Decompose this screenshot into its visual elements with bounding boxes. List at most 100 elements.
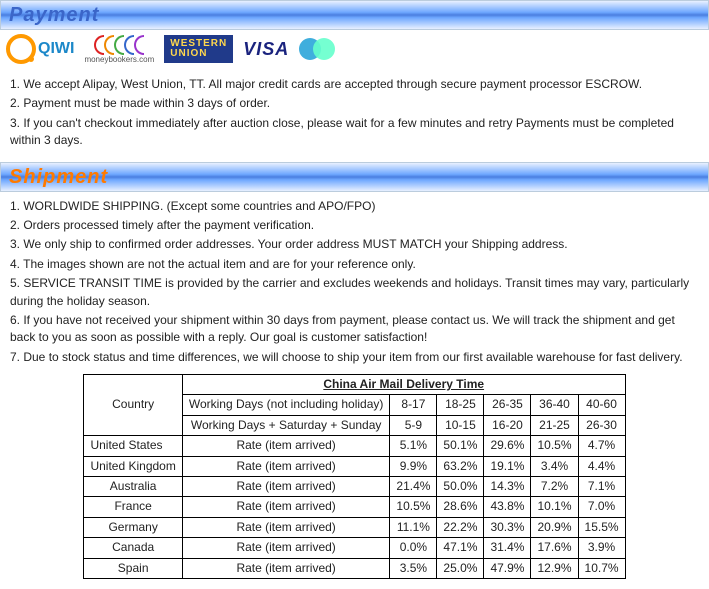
range-cell: 36-40 [531,395,578,415]
rate-cell: 21.4% [390,477,437,497]
rate-cell: 28.6% [437,497,484,517]
arc-icon [114,35,124,55]
arc-icon [124,35,134,55]
rate-label: Rate (item arrived) [182,477,390,497]
rate-cell: 25.0% [437,558,484,578]
shipment-item: 2. Orders processed timely after the pay… [10,217,703,234]
arc-icon [104,35,114,55]
rate-cell: 5.1% [390,436,437,456]
rate-cell: 14.3% [484,477,531,497]
mastercard-logo [299,38,335,60]
rate-label: Rate (item arrived) [182,558,390,578]
shipment-item: 1. WORLDWIDE SHIPPING. (Except some coun… [10,198,703,215]
rate-cell: 50.1% [437,436,484,456]
wd-no-holiday-label: Working Days (not including holiday) [182,395,390,415]
western-union-logo: WESTERN UNION [164,35,233,63]
payment-heading: Payment [0,0,709,30]
table-row: Spain Rate (item arrived) 3.5% 25.0% 47.… [84,558,625,578]
range-cell: 26-35 [484,395,531,415]
rate-cell: 3.9% [578,538,625,558]
payment-item: 1. We accept Alipay, West Union, TT. All… [10,76,703,93]
rate-label: Rate (item arrived) [182,538,390,558]
rate-cell: 12.9% [531,558,578,578]
rate-cell: 7.0% [578,497,625,517]
country-header: Country [84,375,182,436]
range-cell: 18-25 [437,395,484,415]
table-row: Germany Rate (item arrived) 11.1% 22.2% … [84,517,625,537]
shipment-list: 1. WORLDWIDE SHIPPING. (Except some coun… [6,198,703,367]
rate-cell: 7.1% [578,477,625,497]
rate-cell: 17.6% [531,538,578,558]
delivery-table: Country China Air Mail Delivery Time Wor… [83,374,625,579]
table-row: Canada Rate (item arrived) 0.0% 47.1% 31… [84,538,625,558]
payment-content: 1. We accept Alipay, West Union, TT. All… [0,70,709,162]
rate-cell: 63.2% [437,456,484,476]
table-row: France Rate (item arrived) 10.5% 28.6% 4… [84,497,625,517]
table-title: China Air Mail Delivery Time [182,375,625,395]
rate-cell: 20.9% [531,517,578,537]
rate-cell: 43.8% [484,497,531,517]
rate-cell: 19.1% [484,456,531,476]
rate-cell: 30.3% [484,517,531,537]
range-cell: 10-15 [437,415,484,435]
shipment-item: 3. We only ship to confirmed order addre… [10,236,703,253]
qiwi-logo: QIWI [6,34,74,64]
country-cell: United Kingdom [84,456,182,476]
rate-cell: 50.0% [437,477,484,497]
rate-cell: 11.1% [390,517,437,537]
payment-list: 1. We accept Alipay, West Union, TT. All… [6,76,703,150]
shipment-item: 5. SERVICE TRANSIT TIME is provided by t… [10,275,703,310]
rate-cell: 22.2% [437,517,484,537]
country-cell: Canada [84,538,182,558]
rate-cell: 4.4% [578,456,625,476]
shipment-content: 1. WORLDWIDE SHIPPING. (Except some coun… [0,192,709,589]
country-cell: United States [84,436,182,456]
country-cell: France [84,497,182,517]
rate-cell: 3.4% [531,456,578,476]
range-cell: 16-20 [484,415,531,435]
rate-cell: 15.5% [578,517,625,537]
range-cell: 8-17 [390,395,437,415]
rate-cell: 10.7% [578,558,625,578]
country-cell: Germany [84,517,182,537]
rate-cell: 47.9% [484,558,531,578]
country-cell: Spain [84,558,182,578]
rate-label: Rate (item arrived) [182,436,390,456]
arc-icon [94,35,104,55]
rate-cell: 31.4% [484,538,531,558]
rate-label: Rate (item arrived) [182,456,390,476]
rate-label: Rate (item arrived) [182,517,390,537]
rate-label: Rate (item arrived) [182,497,390,517]
rate-cell: 4.7% [578,436,625,456]
range-cell: 5-9 [390,415,437,435]
wu-line2: UNION [170,48,207,59]
payment-logos: QIWI moneybookers.com WESTERN UNION VISA [0,30,709,70]
rate-cell: 7.2% [531,477,578,497]
shipment-heading: Shipment [0,162,709,192]
wd-sat-sun-label: Working Days + Saturday + Sunday [182,415,390,435]
rate-cell: 29.6% [484,436,531,456]
table-row: United Kingdom Rate (item arrived) 9.9% … [84,456,625,476]
table-row: United States Rate (item arrived) 5.1% 5… [84,436,625,456]
rate-cell: 10.5% [390,497,437,517]
arc-icon [134,35,144,55]
shipment-item: 4. The images shown are not the actual i… [10,256,703,273]
range-cell: 40-60 [578,395,625,415]
moneybookers-text: moneybookers.com [84,55,154,64]
rate-cell: 9.9% [390,456,437,476]
country-cell: Australia [84,477,182,497]
rate-cell: 3.5% [390,558,437,578]
shipment-item: 7. Due to stock status and time differen… [10,349,703,366]
rate-cell: 10.1% [531,497,578,517]
shipment-item: 6. If you have not received your shipmen… [10,312,703,347]
range-cell: 21-25 [531,415,578,435]
visa-logo: VISA [243,39,289,60]
table-row: Australia Rate (item arrived) 21.4% 50.0… [84,477,625,497]
moneybookers-logo: moneybookers.com [84,35,154,64]
qiwi-text: QIWI [38,40,74,58]
rate-cell: 0.0% [390,538,437,558]
payment-item: 3. If you can't checkout immediately aft… [10,115,703,150]
circle-icon [313,38,335,60]
qiwi-icon [6,34,36,64]
range-cell: 26-30 [578,415,625,435]
